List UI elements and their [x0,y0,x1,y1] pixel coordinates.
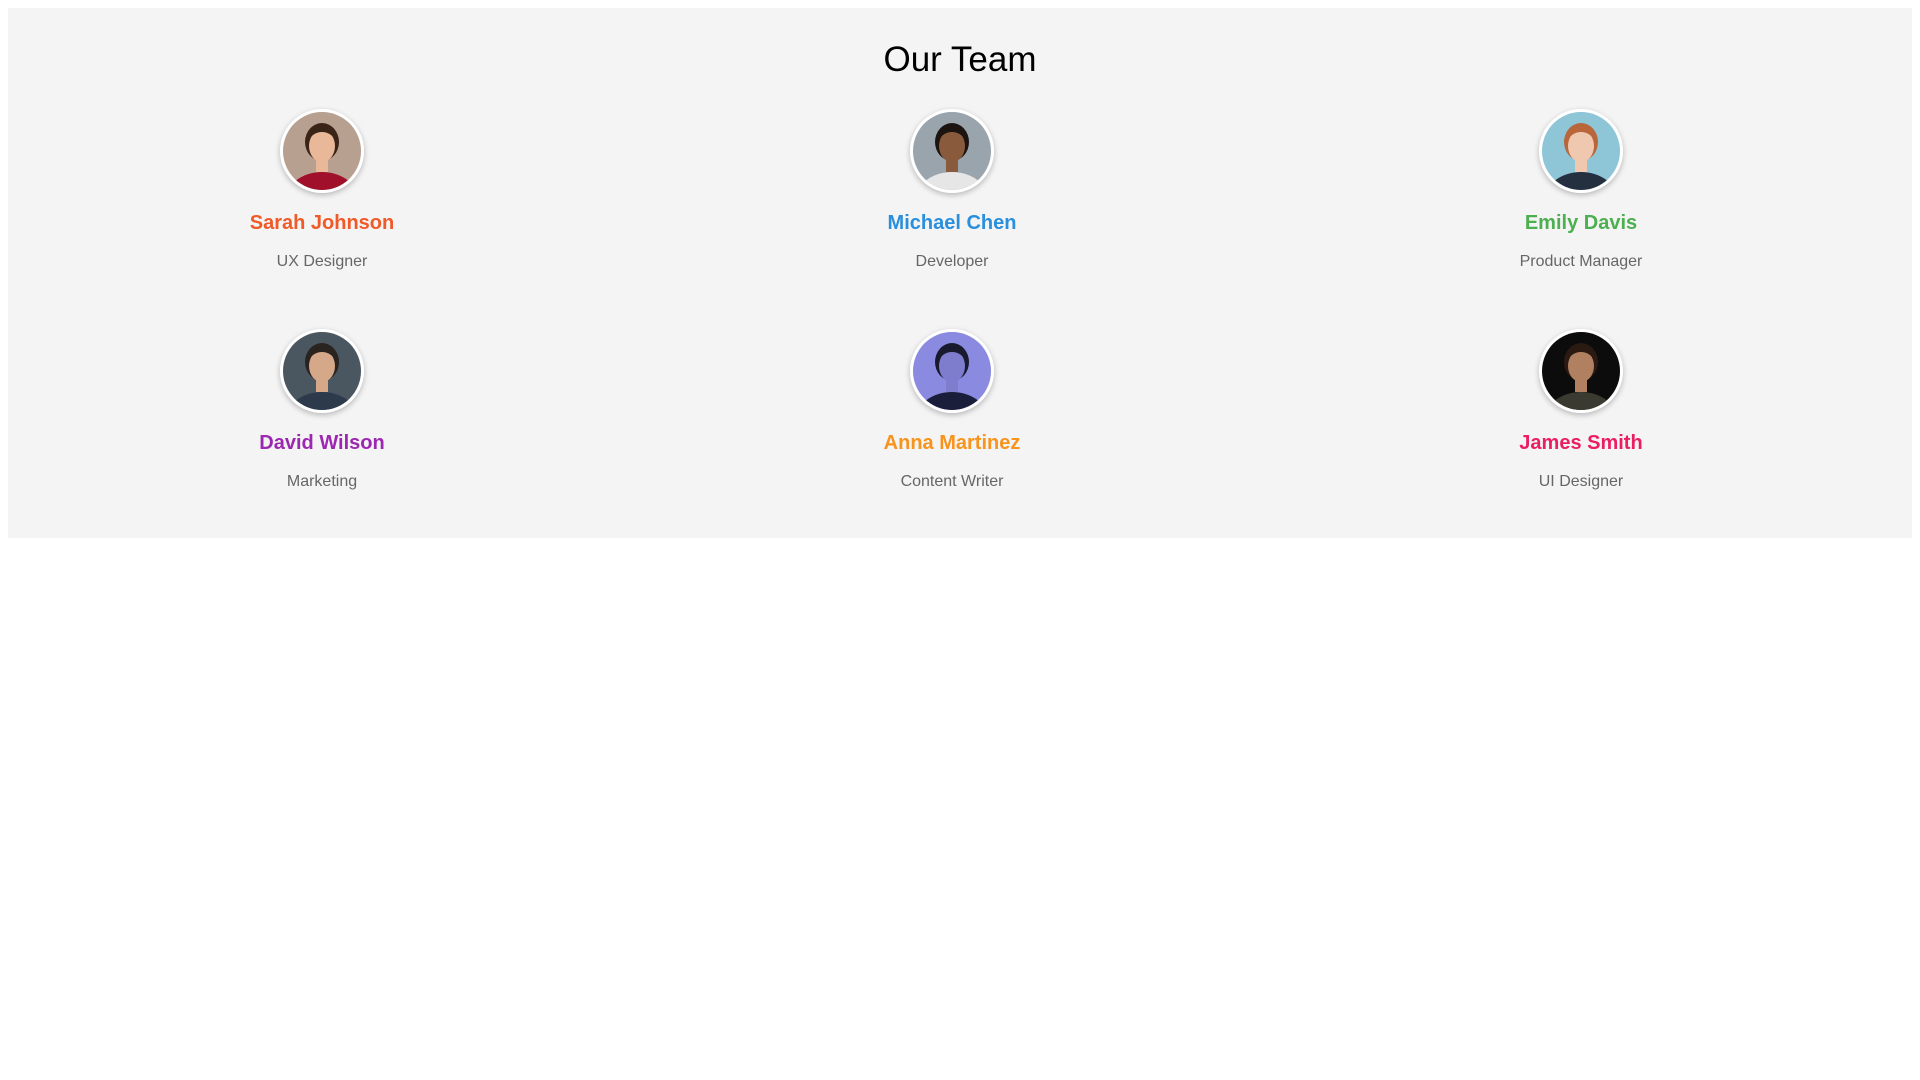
member-name: Anna Martinez [883,432,1021,454]
member-card-james-smith: James Smith UI Designer [1401,329,1761,519]
portrait-photo [283,112,361,190]
avatar [280,109,364,193]
member-name: Emily Davis [1524,212,1638,234]
avatar [910,109,994,193]
member-card-sarah-johnson: Sarah Johnson UX Designer [142,109,502,299]
member-card-emily-davis: Emily Davis Product Manager [1401,109,1761,299]
member-card-david-wilson: David Wilson Marketing [142,329,502,519]
member-role: Developer [915,253,989,270]
member-role: Product Manager [1519,253,1643,270]
member-role: Marketing [286,473,358,490]
avatar [1539,329,1623,413]
avatar [280,329,364,413]
portrait-photo [913,332,991,410]
page-title: Our Team [883,40,1037,79]
portrait-photo [283,332,361,410]
member-role: UI Designer [1538,473,1624,490]
member-card-michael-chen: Michael Chen Developer [772,109,1132,299]
member-name: Michael Chen [887,212,1017,234]
member-role: Content Writer [900,473,1004,490]
portrait-photo [1542,332,1620,410]
member-role: UX Designer [276,253,368,270]
member-name: David Wilson [259,432,385,454]
avatar [910,329,994,413]
portrait-photo [913,112,991,190]
portrait-photo [1542,112,1620,190]
team-section: Our Team Sarah Johnson UX Designer Micha… [8,8,1912,538]
member-card-anna-martinez: Anna Martinez Content Writer [772,329,1132,519]
avatar [1539,109,1623,193]
member-name: James Smith [1519,432,1643,454]
member-name: Sarah Johnson [249,212,395,234]
